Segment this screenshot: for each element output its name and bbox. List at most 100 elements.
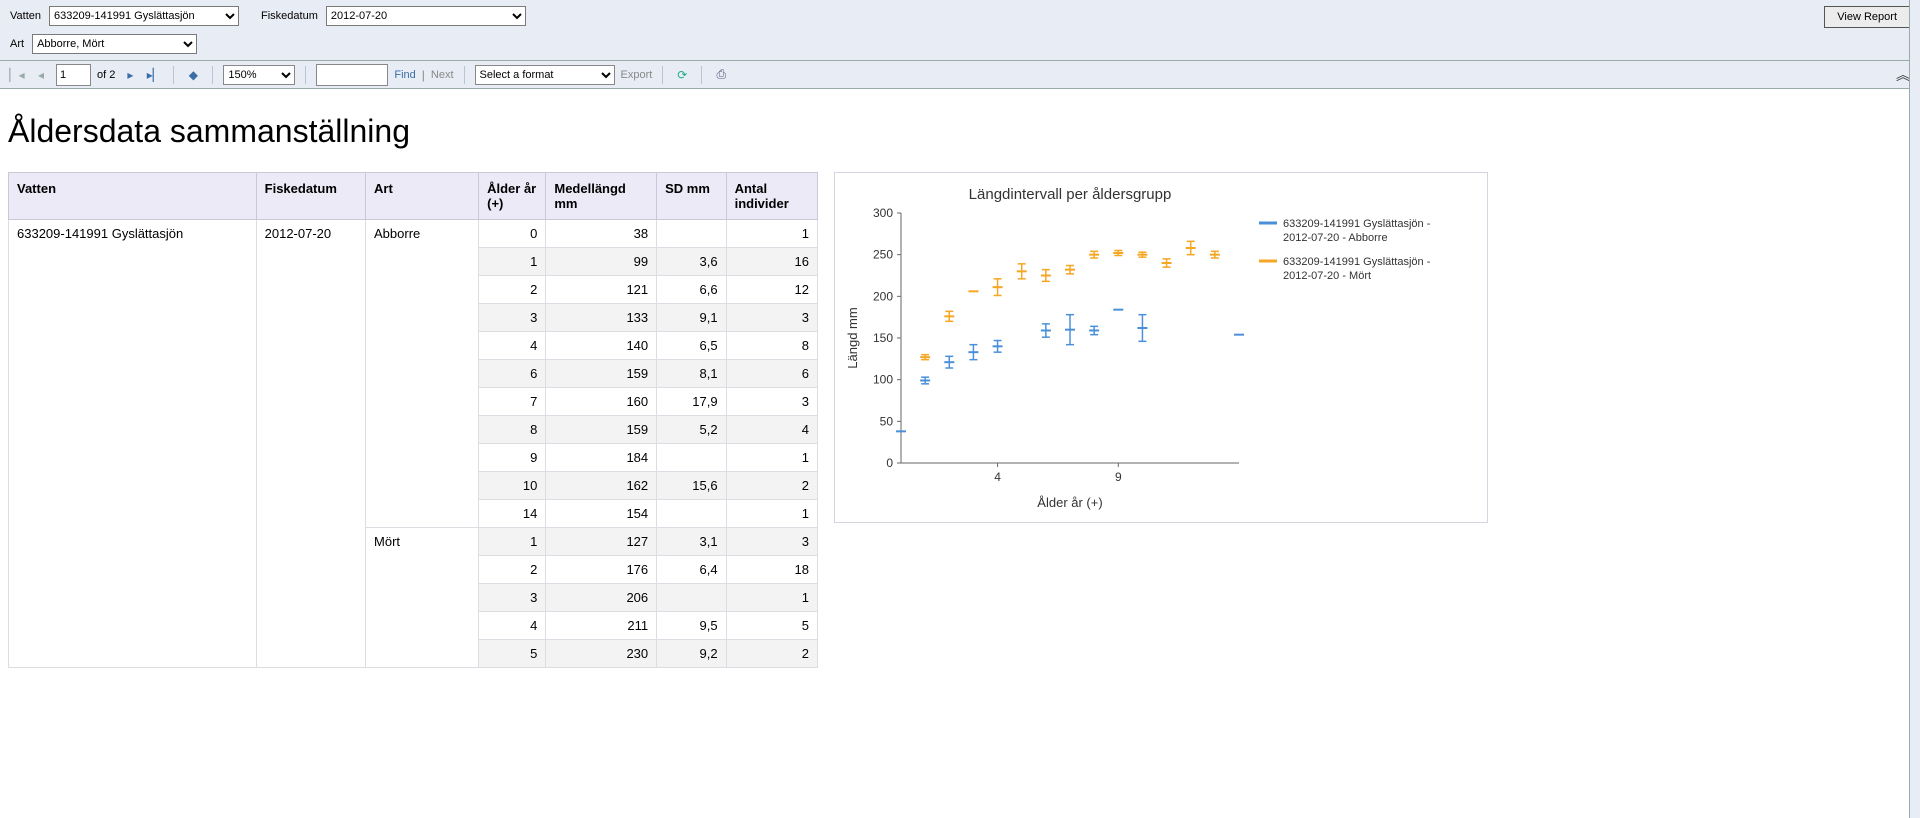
cell-alder: 1: [479, 248, 546, 276]
report-title: Åldersdata sammanställning: [8, 113, 1548, 150]
cell-art: Abborre: [366, 220, 479, 528]
svg-text:4: 4: [994, 470, 1001, 484]
find-link[interactable]: Find: [394, 69, 415, 81]
next-link: Next: [431, 69, 454, 81]
chart-container: Längdintervall per åldersgrupp0501001502…: [834, 172, 1488, 523]
cell-antal: 3: [726, 304, 817, 332]
art-label: Art: [10, 38, 24, 50]
cell-alder: 9: [479, 444, 546, 472]
col-alder: Ålder år (+): [479, 173, 546, 220]
svg-text:Längdintervall per åldersgrupp: Längdintervall per åldersgrupp: [969, 186, 1172, 203]
svg-text:200: 200: [873, 289, 893, 303]
svg-text:Längd mm: Längd mm: [845, 307, 860, 368]
vatten-label: Vatten: [10, 10, 41, 22]
cell-sd: [657, 220, 726, 248]
cell-antal: 1: [726, 584, 817, 612]
first-page-icon[interactable]: ▏◂: [8, 66, 26, 84]
cell-medel: 140: [546, 332, 657, 360]
cell-medel: 154: [546, 500, 657, 528]
cell-medel: 159: [546, 416, 657, 444]
cell-antal: 2: [726, 472, 817, 500]
back-parent-icon[interactable]: ◆: [184, 66, 202, 84]
cell-alder: 3: [479, 304, 546, 332]
cell-sd: 6,5: [657, 332, 726, 360]
report-toolbar: ▏◂ ◂ of 2 ▸ ▸▏ ◆ 150% Find | Next Select…: [0, 61, 1920, 89]
export-link: Export: [621, 69, 653, 81]
find-input[interactable]: [316, 64, 388, 86]
cell-antal: 6: [726, 360, 817, 388]
cell-fiskedatum: 2012-07-20: [256, 220, 365, 668]
cell-sd: 9,2: [657, 640, 726, 668]
cell-alder: 7: [479, 388, 546, 416]
export-format-select[interactable]: Select a format: [475, 65, 615, 85]
cell-alder: 0: [479, 220, 546, 248]
cell-medel: 206: [546, 584, 657, 612]
cell-antal: 12: [726, 276, 817, 304]
cell-sd: 6,6: [657, 276, 726, 304]
cell-medel: 121: [546, 276, 657, 304]
cell-sd: [657, 444, 726, 472]
fiskedatum-label: Fiskedatum: [261, 10, 318, 22]
fiskedatum-select[interactable]: 2012-07-20: [326, 6, 526, 26]
cell-antal: 2: [726, 640, 817, 668]
col-sd: SD mm: [657, 173, 726, 220]
cell-sd: 6,4: [657, 556, 726, 584]
col-fiskedatum: Fiskedatum: [256, 173, 365, 220]
view-report-button[interactable]: View Report: [1824, 6, 1910, 28]
cell-sd: 15,6: [657, 472, 726, 500]
cell-alder: 6: [479, 360, 546, 388]
cell-sd: [657, 584, 726, 612]
cell-alder: 5: [479, 640, 546, 668]
cell-medel: 159: [546, 360, 657, 388]
zoom-select[interactable]: 150%: [223, 65, 295, 85]
cell-antal: 3: [726, 528, 817, 556]
print-icon[interactable]: ⎙: [712, 66, 730, 84]
cell-alder: 1: [479, 528, 546, 556]
cell-antal: 1: [726, 500, 817, 528]
cell-antal: 18: [726, 556, 817, 584]
cell-sd: 5,2: [657, 416, 726, 444]
svg-text:2012-07-20 - Mört: 2012-07-20 - Mört: [1283, 270, 1371, 282]
parameter-bar: Vatten 633209-141991 Gyslättasjön Fisked…: [0, 0, 1920, 61]
cell-antal: 1: [726, 444, 817, 472]
cell-antal: 3: [726, 388, 817, 416]
next-page-icon[interactable]: ▸: [121, 66, 139, 84]
svg-text:Ålder år (+): Ålder år (+): [1037, 495, 1102, 510]
svg-text:0: 0: [886, 456, 893, 470]
cell-antal: 8: [726, 332, 817, 360]
cell-medel: 38: [546, 220, 657, 248]
data-table: Vatten Fiskedatum Art Ålder år (+) Medel…: [8, 172, 818, 668]
cell-alder: 3: [479, 584, 546, 612]
cell-vatten: 633209-141991 Gyslättasjön: [9, 220, 257, 668]
report-viewport: Åldersdata sammanställning Vatten Fisked…: [0, 89, 1548, 668]
cell-antal: 1: [726, 220, 817, 248]
svg-text:2012-07-20 - Abborre: 2012-07-20 - Abborre: [1283, 232, 1388, 244]
cell-antal: 4: [726, 416, 817, 444]
last-page-icon[interactable]: ▸▏: [145, 66, 163, 84]
svg-text:633209-141991 Gyslättasjön -: 633209-141991 Gyslättasjön -: [1283, 218, 1431, 230]
col-vatten: Vatten: [9, 173, 257, 220]
collapse-params-icon[interactable]: ︽: [1896, 65, 1910, 85]
prev-page-icon[interactable]: ◂: [32, 66, 50, 84]
cell-art: Mört: [366, 528, 479, 668]
right-gutter: [1909, 0, 1920, 818]
cell-sd: 17,9: [657, 388, 726, 416]
svg-text:150: 150: [873, 331, 893, 345]
vatten-select[interactable]: 633209-141991 Gyslättasjön: [49, 6, 239, 26]
cell-alder: 2: [479, 556, 546, 584]
page-input[interactable]: [56, 64, 91, 86]
svg-text:100: 100: [873, 373, 893, 387]
cell-sd: 9,5: [657, 612, 726, 640]
cell-sd: 3,1: [657, 528, 726, 556]
cell-alder: 8: [479, 416, 546, 444]
cell-medel: 162: [546, 472, 657, 500]
cell-medel: 211: [546, 612, 657, 640]
refresh-icon[interactable]: ⟳: [673, 66, 691, 84]
cell-medel: 184: [546, 444, 657, 472]
cell-medel: 133: [546, 304, 657, 332]
col-antal: Antal individer: [726, 173, 817, 220]
cell-sd: 8,1: [657, 360, 726, 388]
cell-sd: 3,6: [657, 248, 726, 276]
svg-text:9: 9: [1115, 470, 1122, 484]
art-select[interactable]: Abborre, Mört: [32, 34, 197, 54]
